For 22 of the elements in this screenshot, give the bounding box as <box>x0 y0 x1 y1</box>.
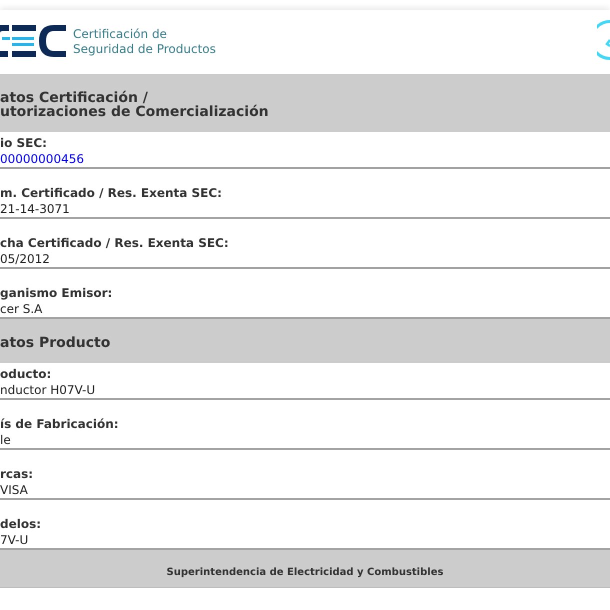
footer-text: Superintendencia de Electricidad y Combustibles <box>166 566 444 580</box>
field-value: le <box>0 432 11 448</box>
field-value: 05/2012 <box>0 251 50 267</box>
logo-icon <box>0 25 66 57</box>
section-title: atos Certificación / utorizaciones de Comercialización <box>0 91 270 119</box>
field-value: 21-14-3071 <box>0 201 70 217</box>
field-label: rcas: <box>0 466 34 482</box>
field-value: nductor H07V-U <box>0 382 96 398</box>
brand-name: Certificación de Seguridad de Productos <box>73 27 216 57</box>
field-label: cha Certificado / Res. Exenta SEC: <box>0 235 229 251</box>
field-label: ganismo Emisor: <box>0 285 112 301</box>
field-label: oducto: <box>0 366 52 382</box>
field-label: io SEC: <box>0 135 47 151</box>
field-value: 7V-U <box>0 532 28 548</box>
field-label: ís de Fabricación: <box>0 416 119 432</box>
field-value: cer S.A <box>0 301 42 317</box>
field-value: VISA <box>0 482 28 498</box>
field-label: m. Certificado / Res. Exenta SEC: <box>0 185 222 201</box>
folio-link[interactable]: 00000000456 <box>0 151 84 167</box>
field-label: delos: <box>0 516 42 532</box>
section-title: atos Producto <box>0 336 112 350</box>
ring-icon[interactable] <box>597 20 610 60</box>
